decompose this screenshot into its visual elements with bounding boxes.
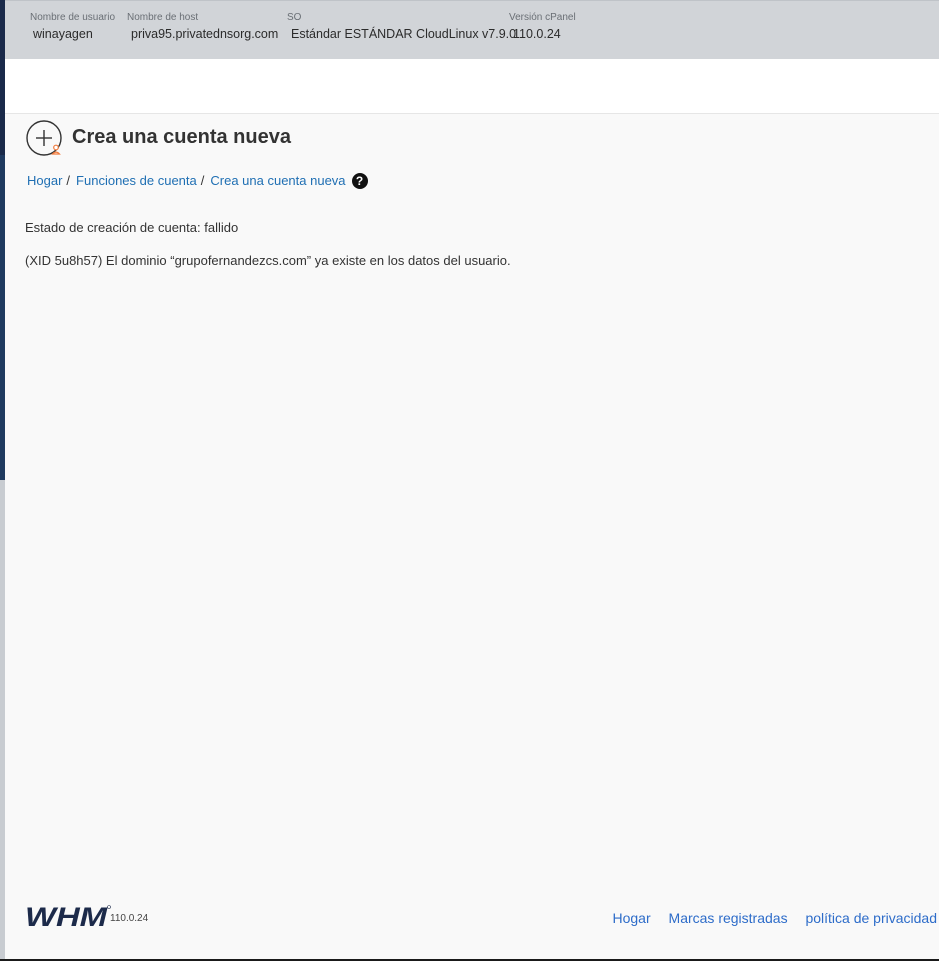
os-value: Estándar ESTÁNDAR CloudLinux v7.9.0 xyxy=(291,27,517,41)
breadcrumb-separator: / xyxy=(200,173,205,188)
username-info: Nombre de usuario winayagen xyxy=(30,11,115,42)
breadcrumb-separator: / xyxy=(66,173,71,188)
hostname-value: priva95.privatednsorg.com xyxy=(131,27,279,41)
os-info: SO Estándar ESTÁNDAR CloudLinux v7.9.0 xyxy=(287,11,516,42)
os-label: SO xyxy=(287,12,302,23)
breadcrumb-home[interactable]: Hogar xyxy=(27,172,62,190)
header-spacer-bar xyxy=(5,59,939,114)
sidebar-edge xyxy=(0,155,5,480)
breadcrumb-create-account[interactable]: Crea una cuenta nueva xyxy=(210,172,345,190)
error-message: (XID 5u8h57) El dominio “grupofernandezc… xyxy=(25,253,511,268)
server-info-bar: Nombre de usuario winayagen Nombre de ho… xyxy=(5,0,939,59)
question-circle-icon[interactable]: ? xyxy=(351,173,368,189)
add-account-icon xyxy=(26,120,62,156)
sidebar-edge-lower xyxy=(0,480,5,961)
hostname-info: Nombre de host priva95.privatednsorg.com xyxy=(127,11,278,42)
cpanel-version-label: Versión cPanel xyxy=(509,12,576,23)
footer-version: 110.0.24 xyxy=(110,913,149,924)
page-title: Crea una cuenta nueva xyxy=(72,126,291,148)
cpanel-version-info: Versión cPanel 110.0.24 xyxy=(509,11,576,42)
account-creation-status: Estado de creación de cuenta: fallido xyxy=(25,220,239,235)
breadcrumb: Hogar / Funciones de cuenta / Crea una c… xyxy=(27,172,368,190)
hostname-label: Nombre de host xyxy=(127,12,199,23)
svg-text:WHM: WHM xyxy=(25,903,108,929)
breadcrumb-account-functions[interactable]: Funciones de cuenta xyxy=(76,172,197,190)
username-label: Nombre de usuario xyxy=(30,12,116,23)
username-value: winayagen xyxy=(33,27,93,41)
cpanel-version-value: 110.0.24 xyxy=(513,27,561,41)
footer-link-trademarks[interactable]: Marcas registradas xyxy=(669,910,788,926)
footer-link-privacy[interactable]: política de privacidad xyxy=(805,910,937,926)
footer-link-home[interactable]: Hogar xyxy=(613,910,651,926)
whm-logo[interactable]: WHM xyxy=(25,902,111,934)
footer-links: Hogar Marcas registradas política de pri… xyxy=(599,910,938,926)
